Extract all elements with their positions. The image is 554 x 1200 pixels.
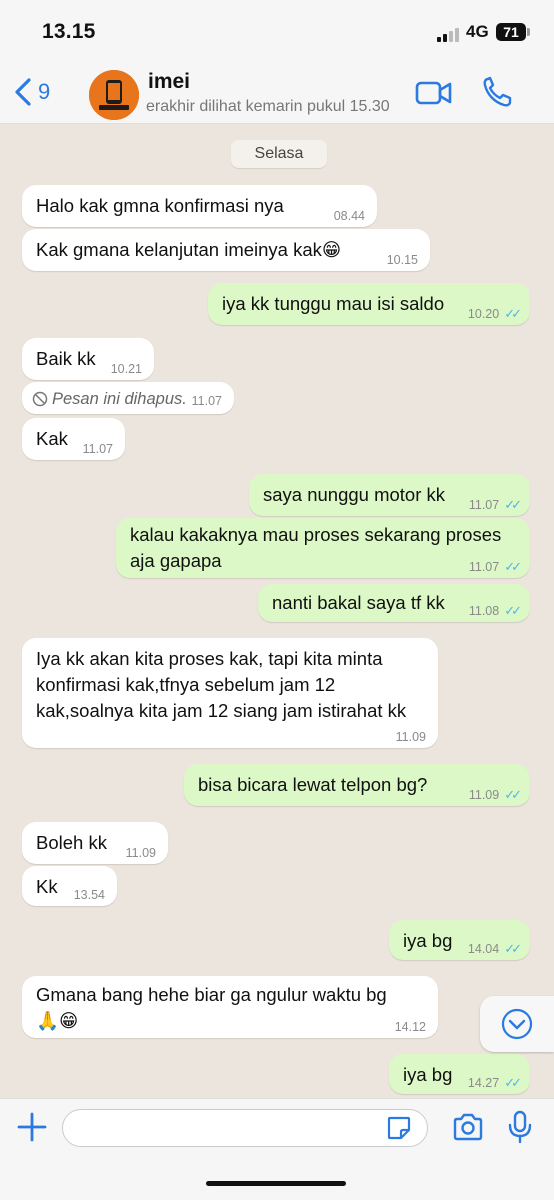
message-time: 13.54 — [73, 888, 105, 902]
blocked-icon — [32, 391, 48, 407]
message-incoming[interactable]: Kak 11.07 — [22, 418, 125, 460]
avatar[interactable] — [89, 70, 139, 120]
message-time: 14.12 — [394, 1020, 426, 1034]
message-meta: 11.09 — [126, 846, 156, 860]
message-time: 11.08 — [468, 604, 500, 618]
message-incoming[interactable]: Kk 13.54 — [22, 866, 117, 906]
sticker-icon — [387, 1116, 411, 1140]
message-meta: 10.15 — [387, 253, 418, 267]
shop-logo-icon — [89, 70, 139, 120]
sticker-button[interactable] — [386, 1115, 412, 1146]
unread-count: 9 — [38, 79, 51, 104]
battery-icon: 71 — [496, 23, 526, 41]
message-outgoing[interactable]: iya bg 14.04 ✓✓ — [389, 920, 530, 960]
message-text: Halo kak gmna konfirmasi nya — [36, 195, 284, 216]
message-time: 14.27 — [467, 1076, 500, 1090]
chevron-down-circle-icon — [501, 1008, 533, 1040]
chevron-left-icon — [15, 78, 31, 106]
voice-message-button[interactable] — [507, 1110, 533, 1149]
message-meta: 10.21 — [111, 362, 142, 376]
message-incoming[interactable]: Baik kk 10.21 — [22, 338, 154, 380]
message-outgoing[interactable]: bisa bicara lewat telpon bg? 11.09 ✓✓ — [184, 764, 530, 806]
voice-call-button[interactable] — [482, 76, 512, 113]
message-text: Gmana bang hehe biar ga ngulur waktu bg … — [36, 984, 387, 1031]
last-seen-status: erakhir dilihat kemarin pukul 15.30 — [146, 98, 390, 115]
message-time: 11.07 — [468, 498, 500, 512]
read-receipt-icon: ✓✓ — [504, 559, 522, 574]
message-incoming[interactable]: Gmana bang hehe biar ga ngulur waktu bg … — [22, 976, 438, 1038]
message-text: kalau kakaknya mau proses sekarang prose… — [130, 524, 502, 571]
network-label: 4G — [466, 22, 489, 41]
message-meta: 08.44 — [334, 209, 365, 223]
status-time: 13.15 — [42, 20, 96, 43]
message-text: Pesan ini dihapus. — [52, 390, 187, 408]
plus-icon — [17, 1112, 47, 1142]
video-call-button[interactable] — [415, 79, 453, 112]
camera-icon — [453, 1113, 483, 1141]
home-indicator — [206, 1181, 346, 1186]
message-time: 11.07 — [191, 394, 222, 408]
message-meta: 10.20 ✓✓ — [467, 306, 522, 322]
message-meta: 14.12 — [395, 1020, 426, 1034]
chat-area[interactable]: Selasa Halo kak gmna konfirmasi nya 08.4… — [0, 124, 554, 1098]
contact-name[interactable]: imei — [148, 70, 190, 94]
phone-icon — [483, 76, 512, 107]
message-input[interactable] — [62, 1109, 428, 1147]
message-meta: 11.07 ✓✓ — [468, 559, 522, 575]
read-receipt-icon: ✓✓ — [504, 787, 522, 802]
message-meta: 11.08 ✓✓ — [468, 603, 522, 619]
message-outgoing[interactable]: iya bg 14.27 ✓✓ — [389, 1054, 530, 1094]
message-time: 11.09 — [395, 730, 426, 744]
message-time: 11.09 — [468, 788, 500, 802]
message-outgoing[interactable]: saya nunggu motor kk 11.07 ✓✓ — [249, 474, 530, 516]
message-incoming[interactable]: Kak gmana kelanjutan imeinya kak😁 10.15 — [22, 229, 430, 271]
message-time: 08.44 — [333, 209, 365, 223]
battery-tip — [527, 28, 530, 36]
signal-icon — [437, 28, 459, 42]
message-meta: 11.07 — [192, 394, 222, 408]
message-time: 11.09 — [125, 846, 156, 860]
read-receipt-icon: ✓✓ — [504, 306, 522, 321]
message-text: Kak gmana kelanjutan imeinya kak😁 — [36, 239, 342, 260]
message-time: 10.20 — [467, 307, 500, 321]
message-incoming[interactable]: Iya kk akan kita proses kak, tapi kita m… — [22, 638, 438, 748]
scroll-to-bottom-button[interactable] — [480, 996, 554, 1052]
read-receipt-icon: ✓✓ — [504, 497, 522, 512]
message-meta: 11.07 — [83, 442, 113, 456]
chat-header: 9 imei erakhir dilihat kemarin pukul 15.… — [0, 62, 554, 124]
message-meta: 14.04 ✓✓ — [467, 941, 522, 957]
read-receipt-icon: ✓✓ — [504, 941, 522, 956]
message-meta: 14.27 ✓✓ — [467, 1075, 522, 1091]
message-outgoing[interactable]: nanti bakal saya tf kk 11.08 ✓✓ — [258, 584, 530, 622]
message-time: 10.15 — [386, 253, 418, 267]
message-incoming[interactable]: Boleh kk 11.09 — [22, 822, 168, 864]
message-incoming[interactable]: Halo kak gmna konfirmasi nya 08.44 — [22, 185, 377, 227]
message-time: 11.07 — [82, 442, 113, 456]
video-camera-icon — [415, 81, 452, 105]
read-receipt-icon: ✓✓ — [504, 1075, 522, 1090]
microphone-icon — [508, 1110, 532, 1144]
read-receipt-icon: ✓✓ — [504, 603, 522, 618]
message-outgoing[interactable]: iya kk tunggu mau isi saldo 10.20 ✓✓ — [208, 283, 530, 325]
message-meta: 11.09 ✓✓ — [468, 787, 522, 803]
back-button[interactable]: 9 — [14, 76, 50, 108]
message-outgoing[interactable]: kalau kakaknya mau proses sekarang prose… — [116, 518, 530, 578]
message-meta: 13.54 — [74, 888, 105, 902]
date-separator: Selasa — [231, 140, 327, 168]
message-time: 11.07 — [468, 560, 500, 574]
status-bar: 13.15 4G 71 — [0, 0, 554, 62]
message-meta: 11.09 — [396, 730, 426, 744]
message-deleted[interactable]: Pesan ini dihapus. 11.07 — [22, 382, 234, 414]
message-time: 10.21 — [110, 362, 142, 376]
message-meta: 11.07 ✓✓ — [468, 497, 522, 513]
message-time: 14.04 — [467, 942, 500, 956]
message-text: Iya kk akan kita proses kak, tapi kita m… — [36, 648, 407, 721]
input-bar — [0, 1098, 554, 1200]
attach-button[interactable] — [16, 1111, 48, 1148]
camera-button[interactable] — [452, 1113, 484, 1146]
